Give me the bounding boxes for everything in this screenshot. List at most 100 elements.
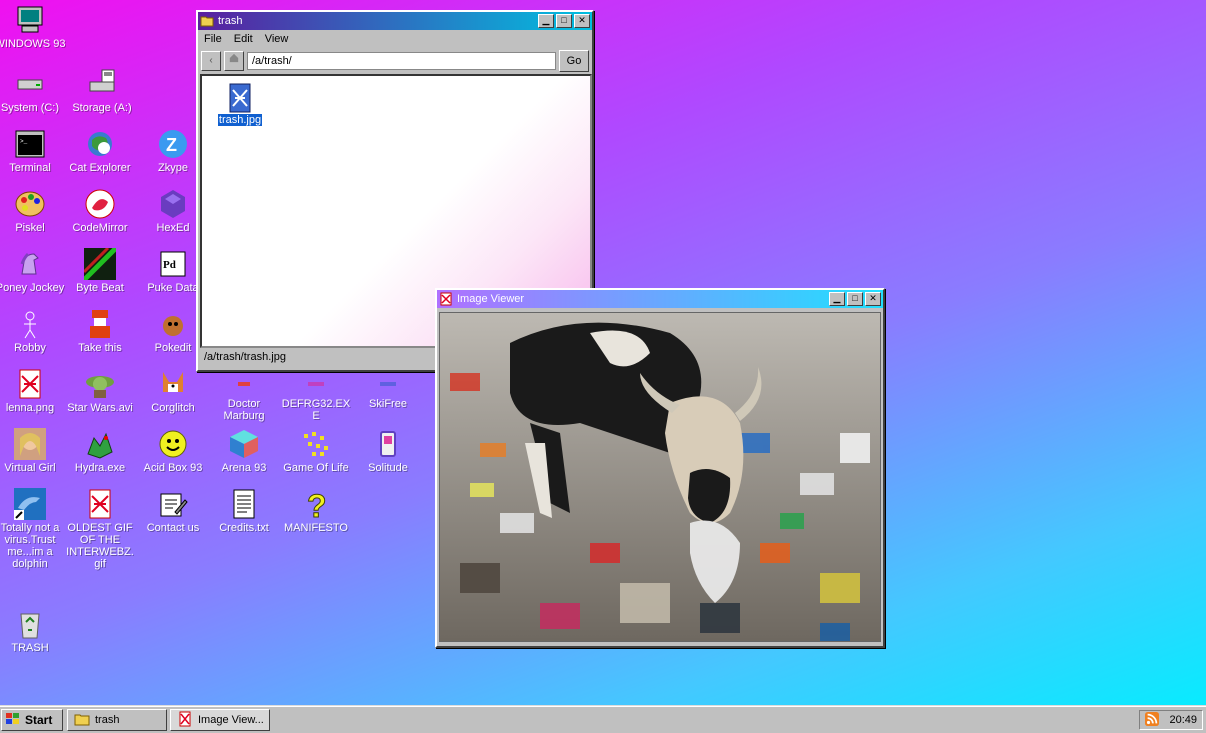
gif-file-icon bbox=[84, 488, 116, 520]
rss-icon[interactable] bbox=[1145, 711, 1159, 729]
desktop-icon-acid-box[interactable]: Acid Box 93 bbox=[137, 428, 209, 474]
recycle-bin-icon bbox=[14, 608, 46, 640]
menu-file[interactable]: File bbox=[204, 33, 222, 45]
home-button[interactable] bbox=[224, 51, 244, 71]
corgi-icon bbox=[157, 368, 189, 400]
image-file-icon bbox=[224, 82, 256, 114]
taskbar: Start trash Image View... 20:49 bbox=[0, 706, 1206, 733]
desktop-icon-label: Take this bbox=[78, 342, 122, 354]
stickman-icon bbox=[14, 308, 46, 340]
desktop-icon-label: Storage (A:) bbox=[72, 102, 132, 114]
viewer-image bbox=[439, 312, 881, 642]
desktop-icon-solitude[interactable]: Solitude bbox=[352, 428, 424, 474]
desktop-icon-label: CodeMirror bbox=[72, 222, 128, 234]
image-file-icon bbox=[14, 368, 46, 400]
start-label: Start bbox=[25, 713, 53, 727]
desktop-icon-defrg32[interactable]: DEFRG32.EXE bbox=[280, 368, 352, 422]
desktop-icon-star-wars[interactable]: Star Wars.avi bbox=[64, 368, 136, 414]
go-button[interactable]: Go bbox=[559, 50, 589, 72]
desktop-icon-robby[interactable]: Robby bbox=[0, 308, 66, 354]
task-trash[interactable]: trash bbox=[67, 709, 167, 731]
maximize-button[interactable]: □ bbox=[556, 14, 572, 28]
close-button[interactable]: ✕ bbox=[574, 14, 590, 28]
desktop-icon-label: Solitude bbox=[368, 462, 408, 474]
desktop-icon-piskel[interactable]: Piskel bbox=[0, 188, 66, 234]
close-button[interactable]: ✕ bbox=[865, 292, 881, 306]
desktop-icon-label: System (C:) bbox=[0, 102, 60, 114]
desktop-icon-label: Byte Beat bbox=[76, 282, 124, 294]
computer-icon bbox=[14, 4, 46, 36]
desktop-icon-codemirror[interactable]: CodeMirror bbox=[64, 188, 136, 234]
desktop-icon-label: Doctor Marburg bbox=[223, 398, 265, 422]
viewer-titlebar[interactable]: Image Viewer ▁ □ ✕ bbox=[437, 290, 883, 308]
folder-icon bbox=[74, 711, 90, 730]
image-viewer-window[interactable]: Image Viewer ▁ □ ✕ bbox=[435, 288, 885, 648]
zkype-icon: Z bbox=[157, 128, 189, 160]
desktop-icon-hydra[interactable]: Hydra.exe bbox=[64, 428, 136, 474]
desktop-icon-label: lenna.png bbox=[5, 402, 55, 414]
desktop-icon-skifree[interactable]: SkiFree bbox=[352, 368, 424, 410]
clock[interactable]: 20:49 bbox=[1169, 714, 1197, 726]
minimize-button[interactable]: ▁ bbox=[829, 292, 845, 306]
desktop-icon-cat-explorer[interactable]: Cat Explorer bbox=[64, 128, 136, 174]
folder-icon bbox=[200, 14, 214, 28]
desktop-icon-label: Corglitch bbox=[151, 402, 195, 414]
desktop-icon-virtual-girl[interactable]: Virtual Girl bbox=[0, 428, 66, 474]
menu-edit[interactable]: Edit bbox=[234, 33, 253, 45]
task-label: trash bbox=[95, 714, 120, 726]
desktop-icon-label: Credits.txt bbox=[219, 522, 269, 534]
palette-icon bbox=[14, 188, 46, 220]
cube-icon bbox=[228, 428, 260, 460]
address-bar: ‹ Go bbox=[198, 48, 592, 74]
svg-text:>_: >_ bbox=[20, 138, 28, 145]
file-name: trash.jpg bbox=[217, 114, 263, 126]
minimize-button[interactable]: ▁ bbox=[538, 14, 554, 28]
task-image-viewer[interactable]: Image View... bbox=[170, 709, 270, 731]
desktop-icon-label: Totally not a virus.Trust me...im a dolp… bbox=[0, 522, 60, 570]
desktop-icon-windows93[interactable]: WINDOWS 93 bbox=[0, 4, 66, 50]
bytebeat-icon bbox=[84, 248, 116, 280]
takethis-icon bbox=[84, 308, 116, 340]
contact-icon bbox=[157, 488, 189, 520]
windows-logo-icon bbox=[5, 711, 21, 730]
desktop-icon-lenna[interactable]: lenna.png bbox=[0, 368, 66, 414]
desktop-icon-manifesto[interactable]: ? MANIFESTO bbox=[280, 488, 352, 534]
desktop-icon-arena93[interactable]: Arena 93 bbox=[208, 428, 280, 474]
desktop-icon-take-this[interactable]: Take this bbox=[64, 308, 136, 354]
cow-photo bbox=[440, 313, 880, 641]
back-button[interactable]: ‹ bbox=[201, 51, 221, 71]
desktop-icon-contact-us[interactable]: Contact us bbox=[137, 488, 209, 534]
explorer-titlebar[interactable]: trash ▁ □ ✕ bbox=[198, 12, 592, 30]
desktop-icon-label: Virtual Girl bbox=[4, 462, 56, 474]
menu-view[interactable]: View bbox=[265, 33, 289, 45]
solitude-icon bbox=[372, 428, 404, 460]
desktop-icon-credits[interactable]: Credits.txt bbox=[208, 488, 280, 534]
hydra-icon bbox=[84, 428, 116, 460]
image-file-icon bbox=[439, 292, 453, 306]
desktop-icon-trash[interactable]: TRASH bbox=[0, 608, 66, 654]
maximize-button[interactable]: □ bbox=[847, 292, 863, 306]
desktop-icon-byte-beat[interactable]: Byte Beat bbox=[64, 248, 136, 294]
image-file-icon bbox=[177, 711, 193, 730]
desktop-icon-oldest-gif[interactable]: OLDEST GIF OF THE INTERWEBZ.gif bbox=[64, 488, 136, 570]
address-input[interactable] bbox=[247, 52, 556, 70]
desktop-icon-label: OLDEST GIF OF THE INTERWEBZ.gif bbox=[66, 522, 134, 570]
desktop-icon-system-c[interactable]: System (C:) bbox=[0, 68, 66, 114]
desktop-icon-dolphin[interactable]: Totally not a virus.Trust me...im a dolp… bbox=[0, 488, 66, 570]
menubar: File Edit View bbox=[198, 30, 592, 48]
desktop-icon-label: Poney Jockey bbox=[0, 282, 65, 294]
start-button[interactable]: Start bbox=[1, 709, 63, 731]
home-icon bbox=[229, 53, 239, 63]
desktop-icon-storage-a[interactable]: Storage (A:) bbox=[66, 68, 138, 114]
pony-icon bbox=[14, 248, 46, 280]
drive-icon bbox=[14, 68, 46, 100]
desktop-icon-label: Hydra.exe bbox=[74, 462, 126, 474]
desktop-icon-game-of-life[interactable]: Game Of Life bbox=[280, 428, 352, 474]
desktop-icon-doctor-marburg[interactable]: Doctor Marburg bbox=[208, 368, 280, 422]
svg-text:Pd: Pd bbox=[163, 259, 176, 271]
desktop-icon-corglitch[interactable]: Corglitch bbox=[137, 368, 209, 414]
desktop-icon-label: Robby bbox=[14, 342, 46, 354]
desktop-icon-terminal[interactable]: >_ Terminal bbox=[0, 128, 66, 174]
desktop-icon-poney-jockey[interactable]: Poney Jockey bbox=[0, 248, 66, 294]
file-item[interactable]: trash.jpg bbox=[214, 82, 266, 126]
